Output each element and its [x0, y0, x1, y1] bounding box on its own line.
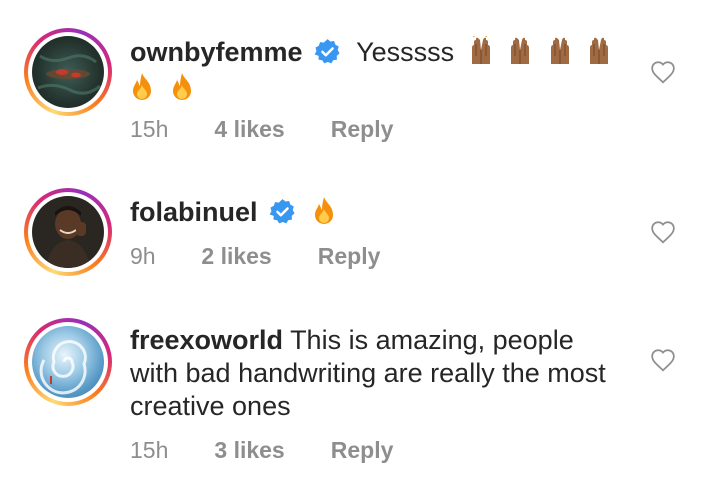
comment-text: This is amazing, people — [290, 325, 574, 355]
comment-meta: 15h 4 likes Reply — [130, 116, 393, 143]
avatar-ownbyfemme[interactable] — [24, 28, 112, 116]
comment-likes[interactable]: 2 likes — [201, 243, 311, 270]
comment-text-line2: with bad handwriting are really the most — [130, 358, 606, 388]
reply-button[interactable]: Reply — [331, 437, 394, 464]
avatar-freexoworld[interactable] — [24, 318, 112, 406]
fire-emoji — [133, 73, 151, 100]
comment-time: 15h — [130, 116, 169, 142]
comment-likes[interactable]: 3 likes — [214, 437, 324, 464]
comment-body: freexoworld This is amazing, people — [130, 324, 650, 357]
comment-body: folabinuel — [130, 196, 650, 229]
reply-button[interactable]: Reply — [331, 116, 394, 143]
comment-time: 15h — [130, 437, 169, 463]
comment-username[interactable]: ownbyfemme — [130, 37, 303, 67]
comment-username[interactable]: folabinuel — [130, 197, 258, 227]
reply-button[interactable]: Reply — [318, 243, 381, 270]
verified-badge-icon — [269, 199, 295, 224]
comment-meta: 9h 2 likes Reply — [130, 243, 380, 270]
comment-likes[interactable]: 4 likes — [214, 116, 324, 143]
comment-username[interactable]: freexoworld — [130, 325, 283, 355]
heart-outline-icon[interactable] — [650, 220, 676, 244]
avatar-folabinuel[interactable] — [24, 188, 112, 276]
fire-emoji — [172, 73, 191, 100]
raised-hands-emoji — [511, 37, 530, 64]
raised-hands-emoji — [471, 36, 490, 64]
avatar-image — [39, 340, 87, 395]
fire-emoji — [314, 197, 333, 224]
comment-text: Yesssss — [356, 37, 455, 67]
raised-hands-emoji-group — [468, 36, 619, 67]
avatar-image — [37, 54, 101, 95]
heart-outline-icon[interactable] — [650, 348, 676, 372]
verified-badge-icon — [314, 39, 340, 64]
comment-text-line3: creative ones — [130, 391, 291, 421]
comment-time: 9h — [130, 243, 156, 269]
comment-body: ownbyfemme Yesssss — [130, 36, 650, 69]
heart-outline-icon[interactable] — [650, 60, 676, 84]
raised-hands-emoji — [590, 37, 609, 64]
raised-hands-emoji — [550, 37, 569, 64]
comment-meta: 15h 3 likes Reply — [130, 437, 393, 464]
comment-body-line2 — [130, 72, 650, 105]
avatar-image — [46, 206, 90, 268]
